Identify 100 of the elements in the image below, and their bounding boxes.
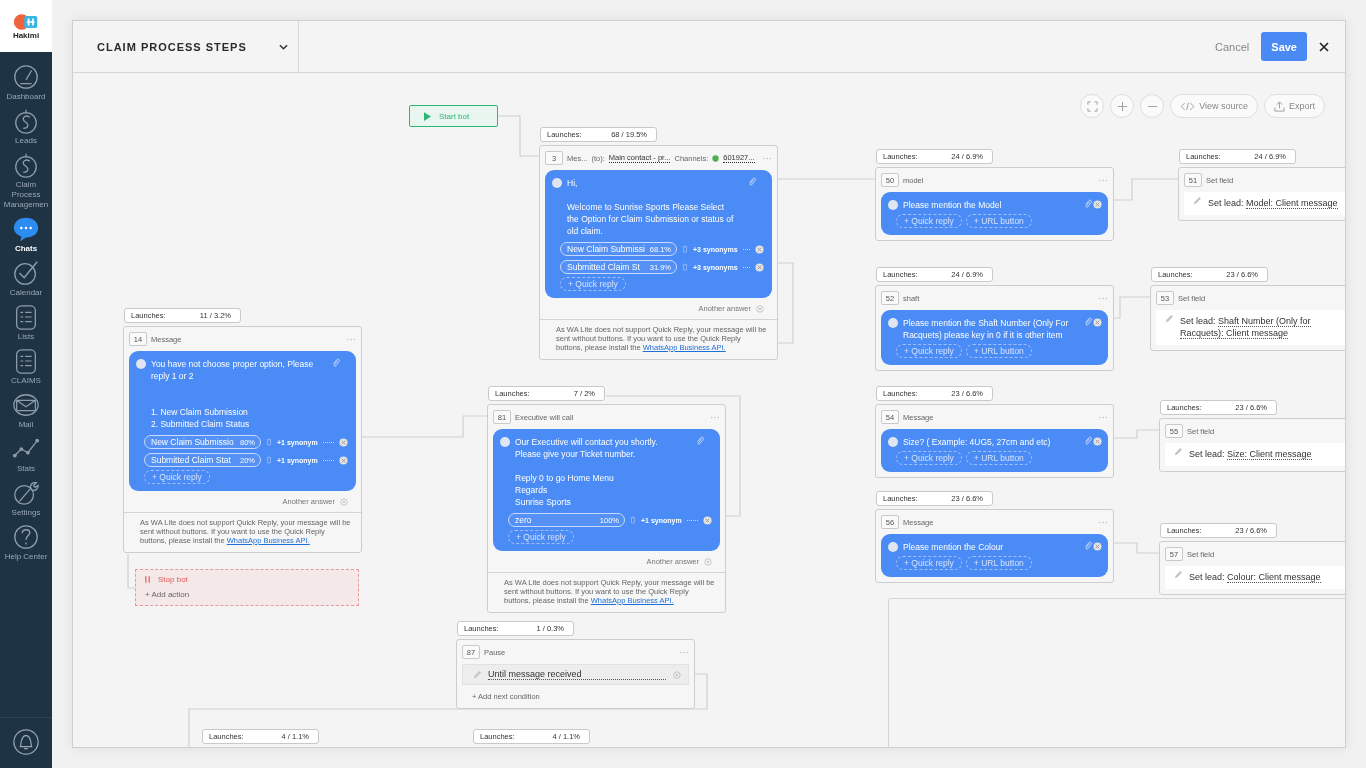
connector-dot-icon[interactable] xyxy=(756,304,764,313)
sidebar-item-icon xyxy=(12,151,40,179)
upload-icon xyxy=(1274,100,1285,112)
stop-bot-node[interactable]: Stop bot + Add action xyxy=(135,569,359,606)
view-source-button[interactable]: View source xyxy=(1170,94,1258,118)
sidebar-item[interactable]: Mail xyxy=(0,391,52,430)
sidebar-item[interactable]: Claim Process Managemen xyxy=(0,151,52,210)
message-node[interactable] xyxy=(123,326,362,553)
set-field-row[interactable]: Set lead: Colour: Client message xyxy=(1165,566,1345,589)
more-icon[interactable] xyxy=(710,415,720,419)
trash-icon[interactable] xyxy=(682,263,688,271)
connector-line xyxy=(127,553,136,589)
logo-icon xyxy=(13,12,39,31)
notification-bell-icon[interactable] xyxy=(12,728,40,756)
set-field-action: Set lead: Colour: Client message xyxy=(1189,571,1321,583)
set-field-action: Set lead: Model: Client message xyxy=(1208,197,1338,209)
pause-condition-row[interactable]: Until message received xyxy=(462,664,689,685)
trash-icon[interactable] xyxy=(682,245,688,253)
connector-dot-icon[interactable] xyxy=(755,244,764,254)
sidebar-item-icon xyxy=(12,391,40,419)
zoom-out-button[interactable] xyxy=(1140,94,1165,118)
set-field-row[interactable]: Set lead: Size: Client message xyxy=(1165,443,1345,466)
logo-name: Hakimi xyxy=(12,30,40,40)
connector-dot-icon[interactable] xyxy=(1093,200,1102,209)
message-node[interactable] xyxy=(487,404,726,613)
connector-dot-icon[interactable] xyxy=(1093,318,1102,327)
zoom-in-button[interactable] xyxy=(1110,94,1135,118)
message-text: Please mention the Shaft Number (Only For Racquets) please key in 0 if it is other item xyxy=(903,317,1070,341)
set-field-action: Set lead: Size: Client message xyxy=(1189,448,1312,460)
close-icon[interactable] xyxy=(1319,41,1329,52)
message-bubble[interactable]: Size? ( Example: 4UG5, 27cm and etc) + Quick reply + URL button xyxy=(881,429,1108,472)
paperclip-icon[interactable] xyxy=(1084,199,1092,209)
plus-icon xyxy=(1116,100,1128,112)
sidebar-item-icon xyxy=(12,523,40,551)
message-bubble[interactable]: Please mention the Shaft Number (Only For Racquets) please key in 0 if it is other item + Quick reply + URL button xyxy=(881,310,1108,365)
more-icon[interactable] xyxy=(1098,296,1108,300)
paperclip-icon[interactable] xyxy=(1084,436,1092,446)
play-icon xyxy=(424,111,431,121)
set-field-row[interactable]: Set lead: Shaft Number (Only for Racquets): Client message xyxy=(1156,310,1345,345)
sidebar-item[interactable]: Lists xyxy=(0,303,52,342)
connector-dot-icon[interactable] xyxy=(704,557,712,566)
connector-line xyxy=(497,115,541,157)
sidebar-item[interactable]: Leads xyxy=(0,107,52,146)
more-icon[interactable] xyxy=(762,156,772,160)
trash-icon[interactable] xyxy=(266,456,272,464)
connector-dot-icon[interactable] xyxy=(339,455,348,465)
pencil-icon xyxy=(1193,197,1201,205)
pencil-icon xyxy=(1174,448,1182,456)
sidebar-item[interactable]: Settings xyxy=(0,479,52,518)
bot-avatar-icon xyxy=(500,437,510,447)
more-icon[interactable] xyxy=(1098,520,1108,524)
cancel-button[interactable]: Cancel xyxy=(1215,40,1250,53)
connector-dot-icon[interactable] xyxy=(340,497,348,506)
add-action-link[interactable]: + Add action xyxy=(145,590,190,599)
connector-dot-icon[interactable] xyxy=(755,262,764,272)
more-icon[interactable] xyxy=(1098,415,1108,419)
message-text: Hi, Welcome to Sunrise Sports Please Select the Option for Claim Submission or status of old claim. xyxy=(567,177,735,237)
set-field-row[interactable]: Set lead: Model: Client message xyxy=(1184,192,1345,215)
save-button[interactable]: Save xyxy=(1261,32,1307,61)
leader-line xyxy=(742,248,750,250)
more-icon[interactable] xyxy=(679,650,689,654)
bot-avatar-icon xyxy=(888,318,898,328)
fullscreen-button[interactable] xyxy=(1080,94,1105,118)
message-bubble[interactable]: Please mention the Colour + Quick reply + URL button xyxy=(881,534,1108,577)
message-text: Size? ( Example: 4UG5, 27cm and etc) xyxy=(903,436,1052,448)
pause-icon xyxy=(145,576,150,583)
message-node[interactable] xyxy=(539,145,778,360)
sidebar-item[interactable]: CLAIMS xyxy=(0,347,52,386)
message-bubble[interactable]: Please mention the Model + Quick reply + URL button xyxy=(881,192,1108,235)
connector-dot-icon[interactable] xyxy=(1093,542,1102,551)
sidebar-item[interactable]: Stats xyxy=(0,435,52,474)
connector-dot-icon[interactable] xyxy=(703,515,712,525)
paperclip-icon[interactable] xyxy=(1084,317,1092,327)
leader-line xyxy=(686,519,698,521)
sidebar-item[interactable]: Dashboard xyxy=(0,63,52,102)
message-text: Please mention the Model xyxy=(903,199,1003,211)
connector-dot-icon[interactable] xyxy=(339,437,348,447)
paperclip-icon[interactable] xyxy=(696,436,704,446)
bot-avatar-icon xyxy=(888,437,898,447)
trash-icon[interactable] xyxy=(630,516,636,524)
start-bot-node[interactable]: Start bot xyxy=(409,105,498,127)
sidebar-item[interactable]: Chats xyxy=(0,215,52,254)
sidebar-item-icon xyxy=(12,259,40,287)
trash-icon[interactable] xyxy=(266,438,272,446)
chevron-down-icon[interactable] xyxy=(279,43,288,50)
leader-line xyxy=(322,459,334,461)
export-button[interactable]: Export xyxy=(1264,94,1325,118)
connector-dot-icon[interactable] xyxy=(673,670,681,679)
connector-dot-icon[interactable] xyxy=(1093,437,1102,446)
whatsapp-icon xyxy=(712,154,720,162)
sidebar-item[interactable]: Help Center xyxy=(0,523,52,562)
sidebar-item[interactable]: Calendar xyxy=(0,259,52,298)
fullscreen-icon xyxy=(1086,100,1098,112)
paperclip-icon[interactable] xyxy=(1084,541,1092,551)
code-icon xyxy=(1180,101,1196,111)
more-icon[interactable] xyxy=(1098,178,1108,182)
more-icon[interactable] xyxy=(346,337,356,341)
paperclip-icon[interactable] xyxy=(748,177,756,187)
paperclip-icon[interactable] xyxy=(332,358,340,368)
sidebar-item-icon xyxy=(12,107,40,135)
